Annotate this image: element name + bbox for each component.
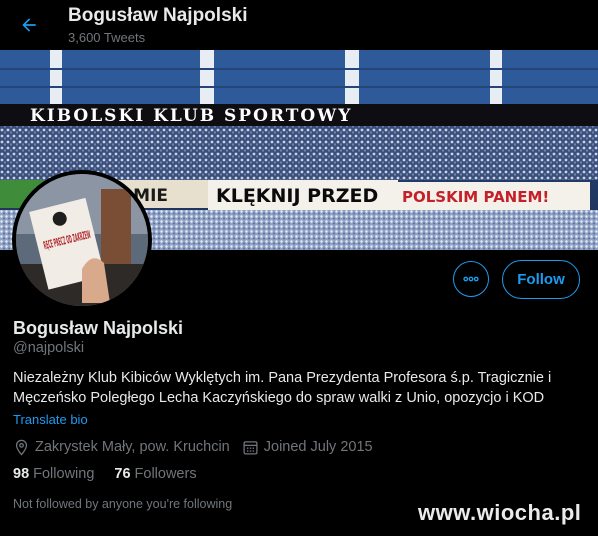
- location-text: Zakrystek Mały, pow. Kruchcin: [35, 439, 230, 455]
- avatar-frame[interactable]: RĘCE PRECZ OD ZAKRZEW: [12, 170, 152, 310]
- calendar-icon: [243, 440, 258, 455]
- not-followed-notice: Not followed by anyone you're following: [13, 497, 233, 511]
- location-pin-icon: [15, 439, 28, 456]
- followers-label: Followers: [134, 466, 197, 482]
- banner-top-text: KIBOLSKI KLUB SPORTOWY: [30, 106, 352, 126]
- profile-header: Bogusław Najpolski 3,600 Tweets: [0, 0, 598, 50]
- location-item: Zakrystek Mały, pow. Kruchcin: [13, 439, 230, 456]
- profile-name: Bogusław Najpolski: [13, 318, 184, 338]
- more-horizontal-icon: [463, 276, 479, 282]
- joined-text: Joined July 2015: [263, 439, 373, 455]
- joined-item: Joined July 2015: [242, 439, 373, 456]
- arrow-left-icon: [22, 18, 36, 32]
- following-label: Following: [33, 466, 95, 482]
- followers-link[interactable]: 76 Followers: [114, 466, 196, 482]
- watermark: www.wiocha.pl: [418, 500, 582, 525]
- banner-middle-text: KLĘKNIJ PRZED: [216, 185, 378, 207]
- more-options-button[interactable]: [453, 261, 489, 297]
- tweets-count: 3,600 Tweets: [68, 30, 146, 45]
- follow-counts: 98 Following 76 Followers: [13, 466, 217, 482]
- following-count: 98: [13, 466, 30, 482]
- avatar-image: RĘCE PRECZ OD ZAKRZEW: [16, 174, 148, 306]
- followers-count: 76: [114, 466, 131, 482]
- profile-meta: Zakrystek Mały, pow. Kruchcin Joined Jul…: [13, 437, 385, 457]
- following-link[interactable]: 98 Following: [13, 466, 94, 482]
- banner-right-text: POLSKIM PANEM!: [402, 188, 549, 206]
- profile-handle: @najpolski: [13, 340, 85, 356]
- translate-bio-link[interactable]: Translate bio: [13, 412, 88, 427]
- avatar[interactable]: RĘCE PRECZ OD ZAKRZEW: [16, 174, 148, 306]
- back-button[interactable]: [14, 10, 44, 40]
- header-name: Bogusław Najpolski: [68, 5, 248, 26]
- profile-bio: Niezależny Klub Kibiców Wyklętych im. Pa…: [13, 370, 552, 406]
- follow-button[interactable]: Follow: [502, 260, 580, 299]
